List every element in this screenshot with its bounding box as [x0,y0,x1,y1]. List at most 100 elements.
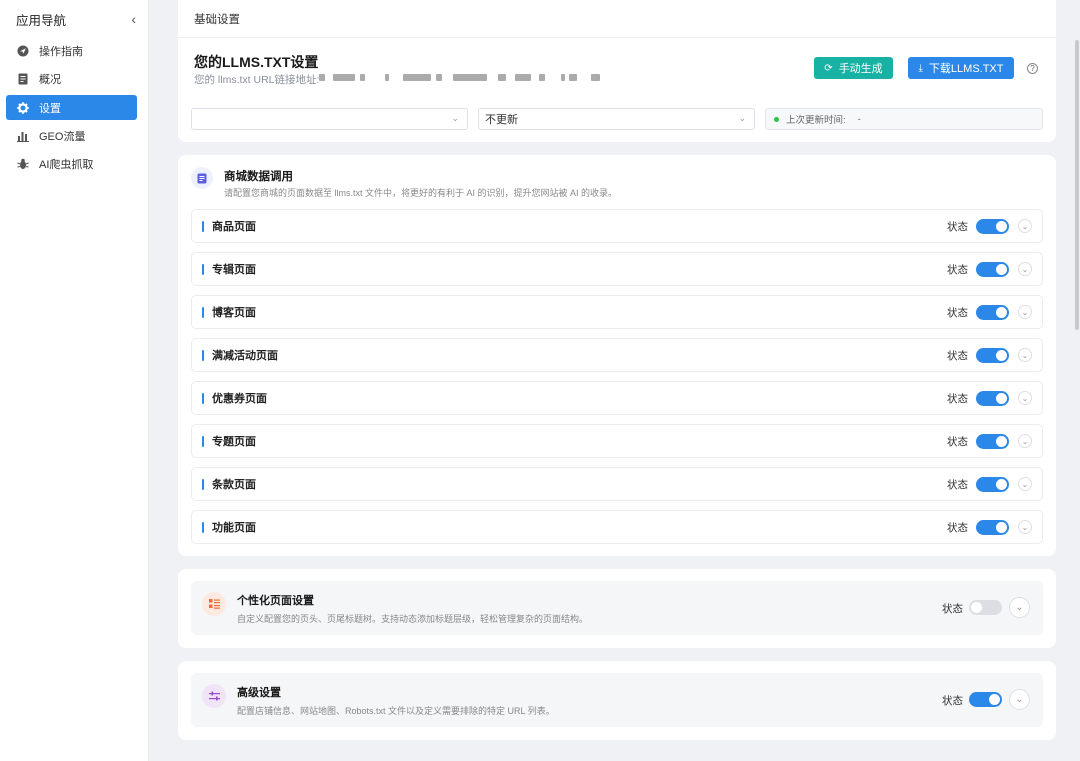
status-toggle[interactable] [976,348,1009,363]
download-llms-button[interactable]: ⤓ 下载LLMS.TXT [908,57,1014,79]
chevron-down-icon[interactable]: ⌄ [1018,477,1032,491]
advanced-settings-card: 高级设置 配置店铺信息、网站地图、Robots.txt 文件以及定义需要排除的特… [178,661,1056,740]
llms-title: 您的LLMS.TXT设置 [194,54,319,70]
personal-section-desc: 自定义配置您的页头、页尾标题树。支持动态添加标题层级，轻松管理复杂的页面结构。 [237,614,589,624]
page-title: 基础设置 [194,14,240,26]
sidebar-item-label: 设置 [39,102,61,115]
list-item-topic[interactable]: 专题页面 状态 ⌄ [191,424,1043,458]
list-item-coupon[interactable]: 优惠券页面 状态 ⌄ [191,381,1043,415]
list-item-promotion[interactable]: 满减活动页面 状态 ⌄ [191,338,1043,372]
status-toggle[interactable] [976,477,1009,492]
sidebar-item-geo[interactable]: GEO流量 [6,123,137,148]
chevron-down-icon[interactable]: ⌄ [1009,597,1030,618]
accent-bar [202,521,204,533]
accent-bar [202,263,204,275]
status-label: 状态 [947,521,968,534]
personal-section-title: 个性化页面设置 [237,595,314,607]
accent-bar [202,435,204,447]
last-update-status: 上次更新时间: - [765,108,1043,130]
collapse-icon[interactable]: ‹ [131,11,136,27]
manual-generate-button[interactable]: ⟳ 手动生成 [814,57,893,79]
divider [178,37,1056,38]
sidebar: 应用导航 ‹ 操作指南 概况 设置 GEO流量 AI爬虫抓取 [0,0,149,761]
scrollbar[interactable] [1075,40,1079,330]
personal-page-card: 个性化页面设置 自定义配置您的页头、页尾标题树。支持动态添加标题层级，轻松管理复… [178,569,1056,648]
row-label: 博客页面 [212,307,256,319]
row-label: 满减活动页面 [212,350,278,362]
sidebar-item-label: AI爬虫抓取 [39,158,94,171]
refresh-icon: ⟳ [824,62,833,74]
url-label: 您的 llms.txt URL链接地址: [194,74,320,86]
layout-list-icon [202,592,226,616]
list-item-feature[interactable]: 功能页面 状态 ⌄ [191,510,1043,544]
status-label: 状态 [947,478,968,491]
sidebar-item-guide[interactable]: 操作指南 [6,38,137,63]
redacted-url [319,73,601,83]
status-label: 状态 [947,220,968,233]
sidebar-item-label: GEO流量 [39,130,86,143]
status-toggle[interactable] [969,692,1002,707]
status-label: 状态 [942,603,963,615]
sidebar-item-label: 操作指南 [39,45,83,58]
chevron-down-icon[interactable]: ⌄ [1018,305,1032,319]
row-label: 条款页面 [212,479,256,491]
status-toggle[interactable] [976,262,1009,277]
chevron-down-icon[interactable]: ⌄ [1009,689,1030,710]
sliders-icon [202,684,226,708]
chevron-down-icon: ⌄ [451,113,459,123]
bar-chart-icon [16,129,29,142]
sidebar-item-label: 概况 [39,73,61,86]
download-icon: ⤓ [918,62,923,74]
row-label: 商品页面 [212,221,256,233]
chevron-down-icon[interactable]: ⌄ [1018,348,1032,362]
status-label: 状态 [947,263,968,276]
status-toggle[interactable] [976,391,1009,406]
chevron-down-icon: ⌄ [738,113,746,123]
sidebar-item-ai-crawler[interactable]: AI爬虫抓取 [6,151,137,176]
row-label: 优惠券页面 [212,393,267,405]
button-label: 手动生成 [838,63,883,75]
row-label: 专辑页面 [212,264,256,276]
mall-section-desc: 请配置您商城的页面数据至 llms.txt 文件中，将更好的有利于 AI 的识别… [224,188,618,198]
sidebar-item-overview[interactable]: 概况 [6,66,137,91]
chevron-down-icon[interactable]: ⌄ [1018,520,1032,534]
last-update-label: 上次更新时间: [786,115,846,126]
chevron-down-icon[interactable]: ⌄ [1018,219,1032,233]
status-dot-icon [774,116,779,122]
status-toggle[interactable] [976,305,1009,320]
mall-data-card: 商城数据调用 请配置您商城的页面数据至 llms.txt 文件中，将更好的有利于… [178,155,1056,556]
status-label: 状态 [947,349,968,362]
accent-bar [202,478,204,490]
personal-page-panel[interactable]: 个性化页面设置 自定义配置您的页头、页尾标题树。支持动态添加标题层级，轻松管理复… [191,581,1043,635]
button-label: 下载LLMS.TXT [928,63,1004,75]
list-item-terms[interactable]: 条款页面 状态 ⌄ [191,467,1043,501]
advanced-section-title: 高级设置 [237,687,281,699]
chevron-down-icon[interactable]: ⌄ [1018,434,1032,448]
accent-bar [202,306,204,318]
sidebar-title: 应用导航 [16,13,67,28]
status-toggle[interactable] [976,434,1009,449]
row-label: 专题页面 [212,436,256,448]
update-frequency-select[interactable]: 不更新 ⌄ [478,108,755,130]
sidebar-item-settings[interactable]: 设置 [6,95,137,120]
document-icon [191,167,213,189]
mall-section-title: 商城数据调用 [224,171,293,183]
status-label: 状态 [947,306,968,319]
list-item-product[interactable]: 商品页面 状态 ⌄ [191,209,1043,243]
status-toggle[interactable] [976,219,1009,234]
chevron-down-icon[interactable]: ⌄ [1018,262,1032,276]
accent-bar [202,349,204,361]
help-icon[interactable]: ? [1027,63,1038,74]
navigation-icon [16,44,29,57]
advanced-settings-panel[interactable]: 高级设置 配置店铺信息、网站地图、Robots.txt 文件以及定义需要排除的特… [191,673,1043,727]
chevron-down-icon[interactable]: ⌄ [1018,391,1032,405]
select-value: 不更新 [485,114,518,126]
status-label: 状态 [947,435,968,448]
language-select[interactable]: ⌄ [191,108,468,130]
sidebar-header: 应用导航 ‹ [0,0,148,38]
status-toggle[interactable] [976,520,1009,535]
list-item-blog[interactable]: 博客页面 状态 ⌄ [191,295,1043,329]
bug-icon [16,157,29,170]
status-toggle[interactable] [969,600,1002,615]
list-item-collection[interactable]: 专辑页面 状态 ⌄ [191,252,1043,286]
